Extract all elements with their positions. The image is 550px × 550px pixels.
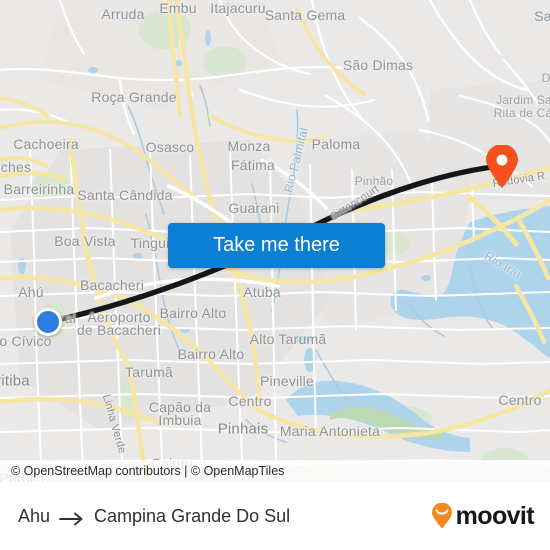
attribution-text: © OpenStreetMap contributors | © OpenMap… <box>11 464 285 478</box>
footer-bar: Ahu Campina Grande Do Sul moovit <box>0 482 550 550</box>
moovit-map-screenshot: .w { stroke:#ffffff; fill:none; stroke-l… <box>0 0 550 550</box>
map-canvas[interactable]: .w { stroke:#ffffff; fill:none; stroke-l… <box>0 0 550 482</box>
map-attribution: © OpenStreetMap contributors | © OpenMap… <box>0 460 550 482</box>
moovit-logo: moovit <box>431 501 535 530</box>
moovit-wordmark: moovit <box>455 501 535 530</box>
take-me-there-button[interactable]: Take me there <box>168 223 385 268</box>
route-summary: Ahu Campina Grande Do Sul <box>0 506 290 527</box>
arrow-right-icon <box>59 510 85 526</box>
origin-marker-dot[interactable] <box>34 308 62 336</box>
moovit-pin-icon <box>431 503 452 529</box>
route-destination-label: Campina Grande Do Sul <box>94 505 291 526</box>
destination-marker-pin[interactable] <box>485 144 519 194</box>
route-origin-label: Ahu <box>18 505 51 526</box>
